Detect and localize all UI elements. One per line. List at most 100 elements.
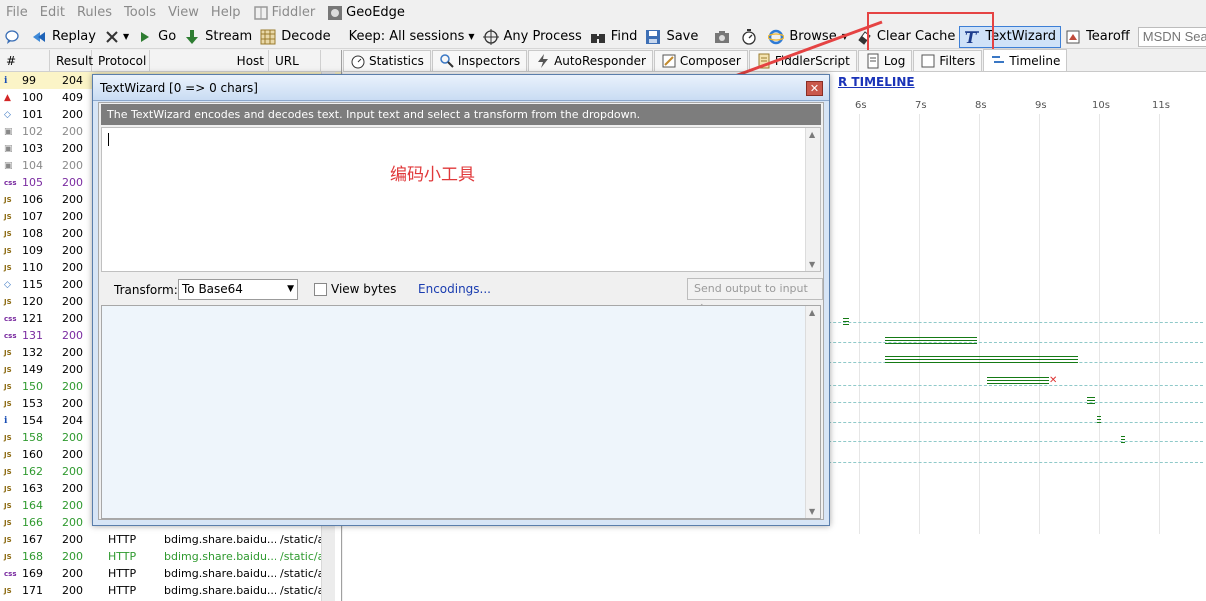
table-row[interactable]: JS 168 200 HTTP bdimg.share.baidu.... /static…: [0, 548, 341, 565]
stream-button[interactable]: Stream: [180, 26, 256, 48]
tab-fiddlerscript[interactable]: FiddlerScript: [748, 50, 857, 71]
timer-button[interactable]: [737, 26, 764, 48]
tab-statistics[interactable]: Statistics: [343, 50, 431, 71]
session-type-icon: JS: [4, 297, 12, 306]
tab-composer[interactable]: Composer: [653, 50, 748, 71]
send-output-to-input-button[interactable]: Send output to input ↰: [687, 278, 823, 315]
tab-timeline[interactable]: Timeline: [983, 49, 1068, 71]
clear-cache-button[interactable]: Clear Cache: [852, 26, 960, 48]
menu-file[interactable]: File: [0, 0, 34, 25]
menu-edit[interactable]: Edit: [34, 0, 71, 25]
col-header-host[interactable]: Host: [150, 50, 269, 71]
output-textarea[interactable]: ▲ ▼: [101, 305, 821, 519]
encodings-link[interactable]: Encodings...: [418, 282, 491, 296]
tearoff-label: Tearoff: [1086, 29, 1130, 44]
save-icon: [645, 29, 661, 45]
col-header-id[interactable]: #: [0, 50, 50, 71]
menu-geoedge-label: GeoEdge: [346, 5, 405, 20]
session-protocol: HTTP: [108, 533, 137, 546]
menu-help[interactable]: Help: [205, 0, 247, 25]
input-scrollbar[interactable]: ▲ ▼: [805, 128, 820, 271]
msdn-search-input[interactable]: [1137, 26, 1206, 47]
session-id: 160: [22, 448, 43, 461]
go-button[interactable]: Go: [133, 26, 180, 48]
find-button[interactable]: Find: [586, 26, 642, 48]
session-id: 103: [22, 142, 43, 155]
save-button[interactable]: Save: [641, 26, 702, 48]
tab-autoresponder[interactable]: AutoResponder: [528, 50, 653, 71]
timeline-tick: 7s: [915, 100, 927, 111]
menu-geoedge[interactable]: GeoEdge: [321, 0, 411, 25]
remove-button[interactable]: ▼: [100, 26, 133, 48]
timeline-bar[interactable]: [885, 356, 1078, 364]
timeline-bar[interactable]: [1121, 436, 1125, 444]
fiddler-icon: [253, 5, 269, 21]
timeline-bar[interactable]: [1097, 416, 1101, 424]
timeline-gridline: [919, 114, 920, 534]
session-id: 106: [22, 193, 43, 206]
tab-filters-label: Filters: [939, 54, 976, 68]
tab-filters[interactable]: Filters: [913, 50, 983, 71]
transform-controls: Transform: To Base64 ▼ View bytes Encodi…: [101, 277, 823, 315]
view-bytes-checkbox[interactable]: [314, 283, 327, 296]
session-id: 168: [22, 550, 43, 563]
output-scrollbar[interactable]: ▲ ▼: [805, 306, 820, 518]
timeline-bar[interactable]: [987, 377, 1049, 385]
tab-inspectors[interactable]: Inspectors: [431, 50, 528, 71]
textwizard-button[interactable]: T TextWizard: [959, 25, 1062, 48]
view-bytes-label[interactable]: View bytes: [331, 282, 396, 296]
keep-sessions-dropdown[interactable]: Keep: All sessions ▼: [343, 26, 479, 48]
scroll-down-icon[interactable]: ▼: [809, 507, 815, 516]
timeline-bar[interactable]: [1087, 397, 1095, 405]
scroll-up-icon[interactable]: ▲: [809, 308, 815, 317]
table-row[interactable]: JS 167 200 HTTP bdimg.share.baidu.... /static…: [0, 531, 341, 548]
timeline-gridline: [1099, 114, 1100, 534]
transform-label: Transform:: [114, 283, 178, 297]
comment-button[interactable]: [0, 26, 27, 48]
browse-button[interactable]: Browse ▼: [764, 26, 852, 48]
session-id: 101: [22, 108, 43, 121]
table-row[interactable]: css 169 200 HTTP bdimg.share.baidu.... /stati…: [0, 565, 341, 582]
session-id: 162: [22, 465, 43, 478]
session-type-icon: ◇: [4, 279, 11, 290]
x-icon: [104, 29, 120, 45]
table-row[interactable]: JS 171 200 HTTP bdimg.share.baidu.... /static…: [0, 582, 341, 599]
col-header-protocol[interactable]: Protocol: [92, 50, 150, 71]
transform-select[interactable]: To Base64 ▼: [178, 279, 298, 300]
session-id: 108: [22, 227, 43, 240]
tearoff-button[interactable]: Tearoff: [1061, 26, 1134, 48]
any-process-label: Any Process: [503, 29, 582, 44]
dialog-titlebar[interactable]: TextWizard [0 => 0 chars] ✕: [93, 75, 829, 101]
session-type-icon: JS: [4, 229, 12, 238]
menu-tools[interactable]: Tools: [118, 0, 162, 25]
timeline-tick: 8s: [975, 100, 987, 111]
any-process-button[interactable]: Any Process: [479, 26, 586, 48]
tab-timeline-label: Timeline: [1009, 53, 1061, 68]
menu-view[interactable]: View: [162, 0, 205, 25]
menu-fiddler[interactable]: Fiddler: [247, 0, 322, 25]
replay-button[interactable]: Replay: [27, 26, 100, 48]
screenshot-button[interactable]: [710, 26, 737, 48]
eraser-icon: [856, 29, 872, 45]
col-header-url[interactable]: URL: [269, 50, 321, 71]
session-type-icon: JS: [4, 212, 12, 221]
scroll-down-icon[interactable]: ▼: [809, 260, 815, 269]
timeline-tick: 11s: [1152, 100, 1170, 111]
session-list-header: # Result Protocol Host URL: [0, 50, 341, 72]
menu-rules[interactable]: Rules: [71, 0, 118, 25]
close-button[interactable]: ✕: [806, 81, 823, 96]
col-header-result[interactable]: Result: [50, 50, 93, 71]
timeline-bar[interactable]: [885, 337, 977, 345]
browse-label: Browse: [789, 29, 837, 44]
scroll-up-icon[interactable]: ▲: [809, 130, 815, 139]
session-type-icon: ▣: [4, 126, 13, 137]
input-textarea[interactable]: 编码小工具 ▲ ▼: [101, 127, 821, 272]
timeline-gridline: [1039, 114, 1040, 534]
session-type-icon: JS: [4, 399, 12, 408]
session-id: 104: [22, 159, 43, 172]
decode-button[interactable]: Decode: [256, 26, 334, 48]
close-icon: ✕: [809, 82, 820, 95]
timeline-bar[interactable]: [843, 318, 849, 326]
save-label: Save: [666, 29, 699, 44]
tab-log[interactable]: Log: [857, 50, 913, 71]
